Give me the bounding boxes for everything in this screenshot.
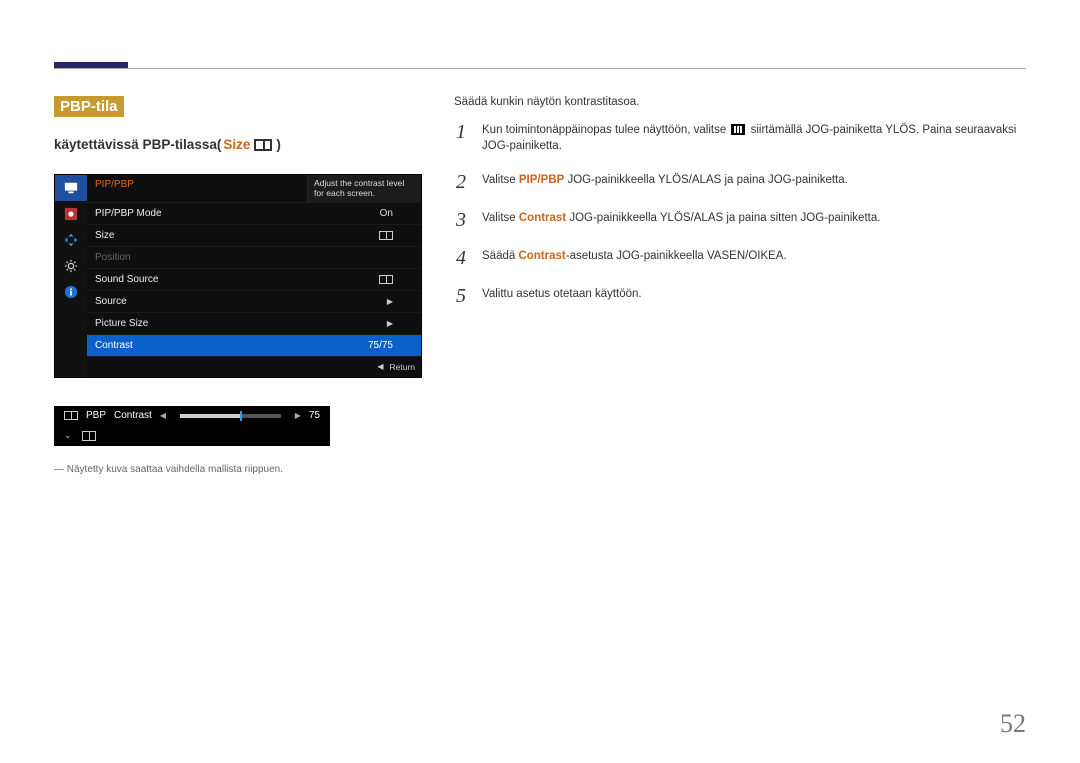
osd-row-label: Picture Size — [95, 318, 257, 329]
step-pre: Valittu asetus otetaan käyttöön. — [482, 288, 642, 300]
step-text: Valittu asetus otetaan käyttöön. — [482, 286, 1026, 302]
step-keyword: PIP/PBP — [519, 174, 564, 186]
osd-menu-title: PIP/PBP — [87, 175, 307, 203]
step-keyword: Contrast — [519, 212, 566, 224]
picture-icon[interactable] — [55, 201, 87, 227]
osd-row-position: Position — [87, 247, 421, 269]
step-post: JOG-painikkeella YLÖS/ALAS ja paina JOG-… — [564, 174, 848, 186]
step-text: Säädä Contrast-asetusta JOG-painikkeella… — [482, 248, 1026, 264]
step-5: 5 Valittu asetus otetaan käyttöön. — [454, 286, 1026, 306]
chevron-right-icon[interactable]: ▶ — [295, 411, 301, 420]
page-number: 52 — [1000, 709, 1026, 739]
chevron-down-icon[interactable]: ⌄ — [64, 430, 72, 441]
osd-row-picturesize[interactable]: Picture Size ▶ — [87, 313, 421, 335]
step-4: 4 Säädä Contrast-asetusta JOG-painikkeel… — [454, 248, 1026, 268]
osd-row-label: PIP/PBP Mode — [95, 208, 257, 219]
osd-description: Adjust the contrast level for each scree… — [307, 175, 421, 203]
info-icon[interactable] — [55, 279, 87, 305]
subheading: käytettävissä PBP-tilassa( Size ) — [54, 137, 434, 152]
step-number: 4 — [454, 248, 468, 268]
osd-row-label: Source — [95, 296, 257, 307]
header-rule — [54, 68, 1026, 69]
osd-return-label[interactable]: Return — [389, 362, 415, 372]
osd-row-label: Sound Source — [95, 274, 257, 285]
osd-iconbar — [55, 175, 87, 377]
subhead-suffix: ) — [276, 137, 281, 152]
footnote: ― Näytetty kuva saattaa vaihdella mallis… — [54, 464, 434, 475]
step-pre: Kun toimintonäppäinopas tulee näyttöön, … — [482, 124, 729, 136]
osd-row-contrast[interactable]: Contrast 75/75 — [87, 335, 421, 357]
step-pre: Valitse — [482, 174, 519, 186]
osd-row-mode[interactable]: PIP/PBP Mode On — [87, 203, 421, 225]
osd-footer: ◀ Return — [87, 357, 421, 377]
pbp-source-icon — [64, 411, 78, 420]
chevron-right-icon: ▶ — [387, 319, 393, 328]
page-title: PBP-tila — [54, 96, 124, 117]
slider-track[interactable] — [180, 414, 281, 418]
step-post: -asetusta JOG-painikkeella VASEN/OIKEA. — [566, 250, 787, 262]
osd-row-source[interactable]: Source ▶ — [87, 291, 421, 313]
osd-row-value — [257, 275, 413, 284]
step-pre: Valitse — [482, 212, 519, 224]
slider-value: 75 — [309, 410, 320, 421]
step-3: 3 Valitse Contrast JOG-painikkeella YLÖS… — [454, 210, 1026, 230]
slider-knob[interactable] — [240, 411, 242, 421]
step-number: 2 — [454, 172, 468, 192]
osd-row-value: ▶ — [257, 319, 413, 328]
osd-row-value: On — [257, 208, 413, 219]
slider-param-label: Contrast — [114, 410, 152, 421]
chevron-left-icon[interactable]: ◀ — [160, 411, 166, 420]
step-text: Valitse PIP/PBP JOG-painikkeella YLÖS/AL… — [482, 172, 1026, 188]
osd-row-value: 75/75 — [257, 340, 413, 351]
osd-panel: PIP/PBP Adjust the contrast level for ea… — [54, 174, 422, 378]
osd-row-label: Size — [95, 230, 257, 241]
osd-row-label: Contrast — [95, 340, 257, 351]
step-number: 5 — [454, 286, 468, 306]
step-1: 1 Kun toimintonäppäinopas tulee näyttöön… — [454, 122, 1026, 154]
osd-row-sound[interactable]: Sound Source — [87, 269, 421, 291]
intro-text: Säädä kunkin näytön kontrastitasoa. — [454, 96, 1026, 108]
step-2: 2 Valitse PIP/PBP JOG-painikkeella YLÖS/… — [454, 172, 1026, 192]
slider-source-label: PBP — [86, 410, 106, 421]
chevron-left-icon: ◀ — [377, 362, 383, 371]
osd-row-label: Position — [95, 252, 257, 263]
step-post: JOG-painikkeella YLÖS/ALAS ja paina sitt… — [566, 212, 880, 224]
step-text: Valitse Contrast JOG-painikkeella YLÖS/A… — [482, 210, 1026, 226]
position-icon[interactable] — [55, 227, 87, 253]
osd-row-size[interactable]: Size — [87, 225, 421, 247]
pbp-size-icon — [254, 139, 272, 151]
step-number: 3 — [454, 210, 468, 230]
settings-icon[interactable] — [55, 253, 87, 279]
contrast-slider-panel: PBP Contrast ◀ ▶ 75 ⌄ — [54, 406, 330, 446]
pbp-next-icon — [82, 431, 96, 441]
osd-row-value — [257, 231, 413, 240]
pbp-sound-icon — [379, 275, 393, 284]
step-keyword: Contrast — [518, 250, 565, 262]
osd-row-value: ▶ — [257, 297, 413, 306]
subhead-prefix: käytettävissä PBP-tilassa( — [54, 137, 221, 152]
slider-fill — [180, 414, 240, 418]
step-text: Kun toimintonäppäinopas tulee näyttöön, … — [482, 122, 1026, 154]
guide-icon — [731, 124, 745, 135]
display-icon[interactable] — [55, 175, 87, 201]
subhead-size: Size — [223, 137, 250, 152]
step-number: 1 — [454, 122, 468, 142]
chevron-right-icon: ▶ — [387, 297, 393, 306]
step-pre: Säädä — [482, 250, 518, 262]
steps-list: 1 Kun toimintonäppäinopas tulee näyttöön… — [454, 122, 1026, 306]
osd-rows: PIP/PBP Mode On Size Position Sound Sour… — [87, 203, 421, 357]
pbp-size-icon — [379, 231, 393, 240]
